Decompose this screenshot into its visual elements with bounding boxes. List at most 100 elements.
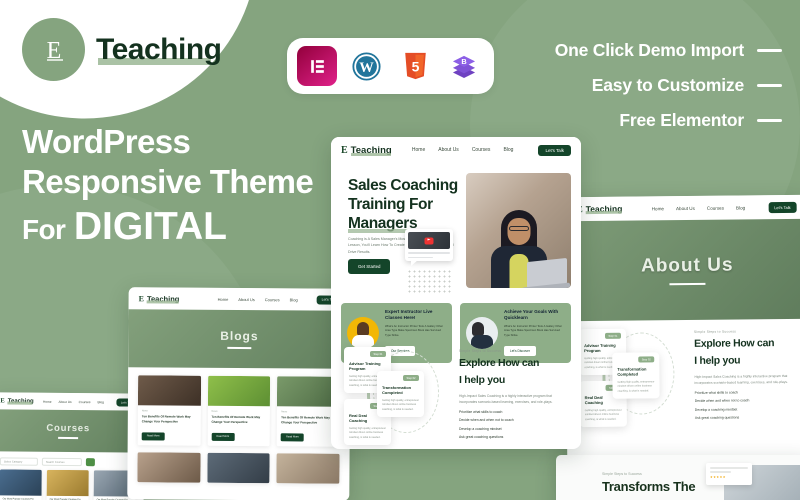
brand-underline: [350, 152, 391, 156]
laptop-shape: [527, 257, 567, 288]
brand-name: Teaching: [96, 33, 222, 67]
category-select[interactable]: Select Category: [0, 457, 38, 466]
blogs-page-mockup[interactable]: E Teaching Home About Us Courses Blog Le…: [127, 287, 351, 500]
mockup-logo: E Teaching: [139, 294, 180, 303]
nav-link-courses[interactable]: Courses: [265, 297, 280, 302]
play-icon[interactable]: [424, 237, 434, 244]
nav-link-home[interactable]: Home: [218, 296, 229, 301]
feature-label: One Click Demo Import: [554, 40, 745, 60]
explore-section: Step 01 Advisor Training Program Getting…: [331, 341, 581, 449]
explore-title-2: I help you: [459, 374, 506, 387]
mockup-brand-name: Teaching: [350, 144, 392, 156]
star-icon: ★★★★★: [710, 475, 726, 480]
courses-hero: Courses: [0, 409, 145, 453]
nav-link-courses[interactable]: Courses: [707, 205, 724, 210]
tech-badges: W 5 B: [287, 38, 494, 94]
nav-link-about[interactable]: About Us: [676, 205, 695, 210]
promo-title: Achieve Your Goals With Quicklearn: [504, 309, 559, 321]
face-shape: [507, 218, 530, 245]
brand-logo: E Teaching: [22, 18, 222, 81]
nav-link-home[interactable]: Home: [652, 206, 664, 211]
explore-copy: Simple Steps to Success Explore How can …: [459, 349, 569, 439]
nav-link-about[interactable]: About Us: [438, 147, 459, 153]
video-preview-card[interactable]: [405, 229, 453, 266]
mockup-logo: E Teaching: [577, 204, 623, 214]
blog-thumbnail: [137, 452, 201, 484]
title-underline: [58, 437, 79, 439]
home-page-mockup[interactable]: E Teaching Home About Us Courses Blog Le…: [331, 137, 581, 449]
mockup-brand-name: Teaching: [146, 293, 180, 304]
step-title: Advisor Training Program: [349, 361, 381, 372]
course-thumbnail: [0, 469, 42, 496]
blog-card[interactable]: [276, 453, 340, 484]
blog-grid: News Ten Benefits Of Remote Work May Cha…: [127, 367, 350, 492]
blog-title: Ten Benefits Of Remote Work May Change Y…: [141, 414, 191, 424]
nav-link-blog[interactable]: Blog: [736, 205, 745, 210]
title-underline: [227, 347, 252, 349]
step-title: Advisor Training Program: [584, 342, 616, 354]
promo-text: What's An Instructor Printer Took A Gall…: [385, 324, 443, 338]
search-input[interactable]: Search Courses: [41, 457, 82, 467]
read-more-button[interactable]: Read More: [141, 432, 165, 441]
courses-hero-title: Courses: [46, 423, 91, 435]
read-more-button[interactable]: Read More: [281, 433, 304, 442]
course-card[interactable]: Our Most Popular Courses For Students: [46, 469, 89, 500]
step-tag: Step 02: [638, 356, 655, 363]
svg-text:W: W: [359, 59, 374, 75]
hero-photo: [466, 173, 571, 288]
blog-date: News: [281, 410, 288, 414]
nav-cta-button[interactable]: Let's Talk: [538, 144, 571, 156]
step-text: Getting high quality, entrepreneur minds…: [382, 398, 419, 411]
nav-link-blog[interactable]: Blog: [503, 147, 513, 153]
feature-label: Easy to Customize: [591, 75, 744, 95]
explore-bullet: Ask great coaching questions: [459, 435, 504, 440]
blog-card[interactable]: News Ten Benefits Of Remote Work May Cha…: [137, 375, 201, 447]
nav-cta-button[interactable]: Let's Talk: [768, 201, 797, 213]
about-page-mockup[interactable]: E Teaching Home About Us Courses Blog Le…: [564, 194, 800, 478]
explore-paragraph: High-Impact Sales Coaching is a highly i…: [459, 394, 553, 405]
blog-card[interactable]: News Ten Benefits Of Remote Work May Cha…: [207, 375, 271, 447]
explore-bullet: Develop a coaching mindset: [459, 426, 502, 431]
step-tag: Step 02: [403, 375, 419, 381]
mockup-nav-links: Home About Us Courses Blog Let's Talk: [43, 397, 137, 407]
explore-title-1: Explore How can: [694, 337, 775, 350]
placeholder-line: [408, 252, 450, 254]
ez-monogram-icon: E: [22, 18, 85, 81]
step-text: Getting high quality, entrepreneur minds…: [617, 380, 655, 393]
mockup-nav-links: Home About Us Courses Blog Let's Talk: [412, 144, 571, 156]
step-card[interactable]: Step 02 Transformation Completed Getting…: [612, 352, 660, 400]
headline-strong: DIGITAL: [73, 204, 227, 248]
explore-bullet: Decide when and when not to coach: [694, 398, 750, 404]
nav-link-courses[interactable]: Courses: [79, 400, 91, 404]
blog-card[interactable]: [207, 453, 270, 484]
dash-icon: [757, 119, 782, 122]
nav-link-courses[interactable]: Courses: [472, 147, 491, 153]
step-card[interactable]: Step 02 Transformation Completed Getting…: [377, 371, 424, 418]
elementor-icon: [297, 46, 337, 86]
explore-title-2: I help you: [694, 354, 741, 368]
ez-monogram-icon: E: [138, 293, 145, 303]
nav-link-home[interactable]: Home: [43, 399, 52, 403]
ez-monogram-icon: E: [0, 397, 5, 405]
dash-icon: [757, 84, 782, 87]
search-icon[interactable]: [85, 458, 95, 467]
nav-link-blog[interactable]: Blog: [290, 297, 298, 302]
review-card: ★★★★★: [706, 463, 752, 485]
nav-link-home[interactable]: Home: [412, 147, 425, 153]
blog-card[interactable]: [137, 452, 201, 484]
placeholder-line: [710, 467, 748, 469]
headline-line-3: For DIGITAL: [22, 203, 313, 251]
courses-page-mockup[interactable]: E Teaching Home About Us Courses Blog Le…: [0, 392, 145, 500]
nav-link-about[interactable]: About Us: [58, 399, 71, 403]
promo-title: Expert Instructor Live Classes Here!: [385, 309, 433, 321]
nav-link-about[interactable]: About Us: [238, 296, 254, 301]
read-more-button[interactable]: Read More: [211, 432, 235, 441]
get-started-button[interactable]: Get Started: [348, 259, 391, 274]
explore-section: Step 01 Advisor Training Program Getting…: [566, 321, 800, 432]
nav-link-blog[interactable]: Blog: [97, 400, 103, 404]
decor-dot-grid: [407, 269, 451, 295]
course-card[interactable]: Our Most Popular Courses For Students: [0, 469, 42, 500]
feature-item: Free Elementor: [619, 110, 782, 131]
transform-section-mockup[interactable]: Simple Steps to Success Transforms The ★…: [556, 455, 800, 500]
transform-eyebrow: Simple Steps to Success: [602, 472, 642, 476]
